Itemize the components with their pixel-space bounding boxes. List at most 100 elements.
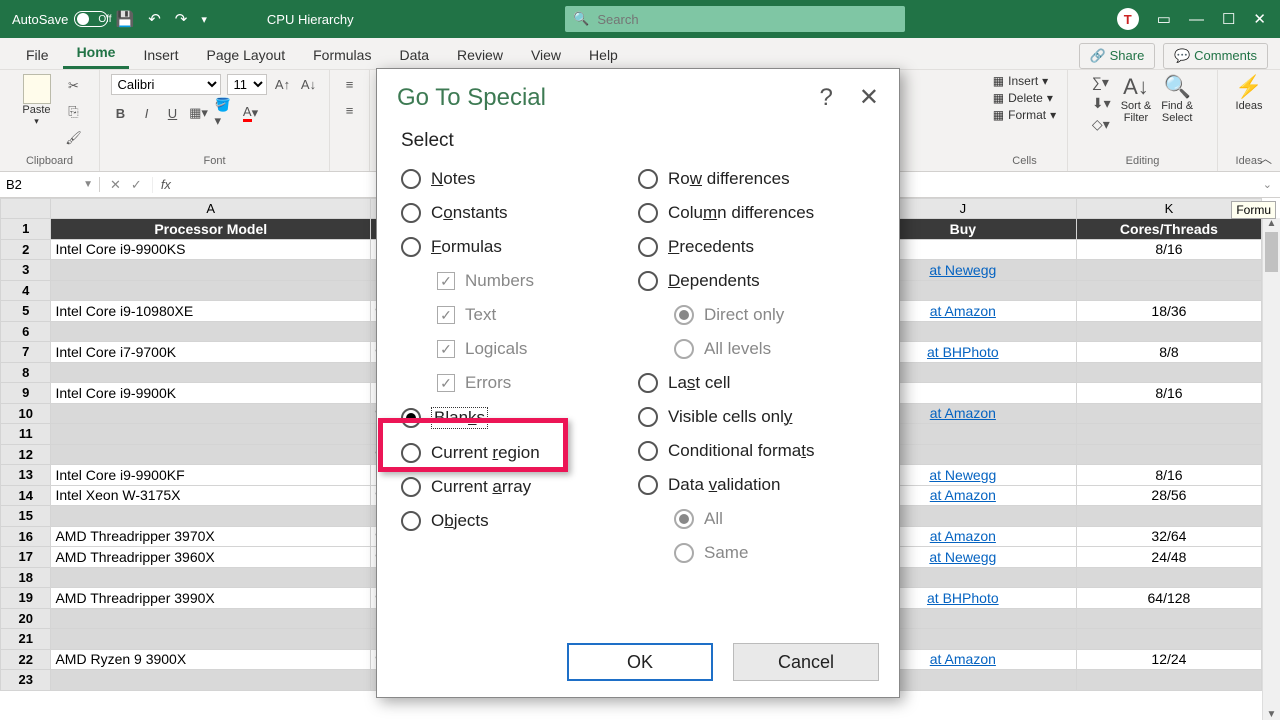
cell[interactable]: AMD Threadripper 3990X [51, 588, 371, 609]
cell[interactable]: Intel Xeon W-3175X [51, 485, 371, 506]
clear-icon[interactable]: ◇▾ [1092, 116, 1111, 133]
cell[interactable]: AMD Ryzen 9 3900X [51, 649, 371, 670]
row-header[interactable]: 2 [1, 239, 51, 260]
share-button[interactable]: 🔗 Share [1079, 43, 1156, 69]
option-notes[interactable]: Notes [401, 162, 638, 196]
option-dependents[interactable]: Dependents [638, 264, 875, 298]
cell[interactable] [1076, 444, 1261, 465]
row-header[interactable]: 4 [1, 280, 51, 301]
autosave-toggle[interactable]: AutoSave Off [12, 11, 98, 27]
dialog-help-icon[interactable]: ? [820, 84, 833, 112]
scroll-up-icon[interactable]: ▲ [1263, 218, 1280, 229]
align-top-icon[interactable]: ≡ [340, 74, 360, 94]
tab-pagelayout[interactable]: Page Layout [192, 41, 299, 69]
cell[interactable]: Intel Core i9-10980XE [51, 301, 371, 322]
increase-font-icon[interactable]: A↑ [273, 75, 293, 95]
cell[interactable] [51, 260, 371, 281]
cell[interactable] [1076, 506, 1261, 527]
option-current-array[interactable]: Current array [401, 470, 638, 504]
collapse-ribbon-icon[interactable]: ︿ [1259, 148, 1272, 167]
close-icon[interactable]: ✕ [1253, 10, 1266, 28]
scrollbar-thumb[interactable] [1265, 232, 1278, 272]
cell[interactable]: AMD Threadripper 3970X [51, 526, 371, 547]
tab-help[interactable]: Help [575, 41, 632, 69]
cells-format[interactable]: ▦Format ▾ [993, 108, 1056, 122]
comments-button[interactable]: 💬 Comments [1163, 43, 1268, 69]
cancel-button[interactable]: Cancel [733, 643, 879, 681]
search-box[interactable]: 🔍 [565, 6, 905, 32]
paste-button[interactable]: Paste ▾ [16, 74, 58, 127]
fx-icon[interactable]: fx [153, 177, 179, 192]
dialog-close-icon[interactable]: ✕ [859, 83, 879, 112]
redo-icon[interactable]: ↷ [175, 10, 188, 28]
row-header[interactable]: 15 [1, 506, 51, 527]
option-blanks[interactable]: Blanks [401, 400, 638, 436]
bold-icon[interactable]: B [111, 103, 131, 123]
tab-view[interactable]: View [517, 41, 575, 69]
cell[interactable] [51, 280, 371, 301]
avatar[interactable]: T [1117, 8, 1139, 30]
cell[interactable] [1076, 608, 1261, 629]
row-header[interactable]: 11 [1, 424, 51, 445]
option-formulas[interactable]: Formulas [401, 230, 638, 264]
option-precedents[interactable]: Precedents [638, 230, 875, 264]
cell[interactable] [51, 506, 371, 527]
undo-icon[interactable]: ↶ [148, 10, 161, 28]
row-header[interactable]: 10 [1, 403, 51, 424]
cell[interactable] [1076, 567, 1261, 588]
find-select-button[interactable]: 🔍 Find &Select [1161, 74, 1193, 133]
row-header[interactable]: 12 [1, 444, 51, 465]
scroll-down-icon[interactable]: ▼ [1263, 709, 1280, 720]
cell[interactable]: Intel Core i7-9700K [51, 342, 371, 363]
row-header[interactable]: 3 [1, 260, 51, 281]
search-input[interactable] [597, 12, 897, 27]
cell[interactable] [1076, 260, 1261, 281]
row-header[interactable]: 1 [1, 219, 51, 240]
row-header[interactable]: 23 [1, 670, 51, 691]
option-cond-formats[interactable]: Conditional formats [638, 434, 875, 468]
row-header[interactable]: 19 [1, 588, 51, 609]
cell[interactable] [1076, 280, 1261, 301]
option-last-cell[interactable]: Last cell [638, 366, 875, 400]
cell[interactable]: 32/64 [1076, 526, 1261, 547]
save-icon[interactable]: 💾 [116, 10, 135, 28]
cell[interactable]: AMD Threadripper 3960X [51, 547, 371, 568]
option-objects[interactable]: Objects [401, 504, 638, 538]
decrease-font-icon[interactable]: A↓ [299, 75, 319, 95]
row-header[interactable]: 16 [1, 526, 51, 547]
cell[interactable]: Intel Core i9-9900KS [51, 239, 371, 260]
cell[interactable] [1076, 629, 1261, 650]
option-current-region[interactable]: Current region [401, 436, 638, 470]
cancel-formula-icon[interactable]: ✕ [110, 177, 121, 193]
qat-more-icon[interactable]: ▾ [201, 13, 207, 26]
tab-review[interactable]: Review [443, 41, 517, 69]
maximize-icon[interactable]: ☐ [1222, 10, 1235, 28]
tab-home[interactable]: Home [63, 38, 130, 69]
font-size-select[interactable]: 11 [227, 74, 267, 95]
fill-icon[interactable]: ⬇▾ [1092, 95, 1111, 112]
minimize-icon[interactable]: — [1189, 11, 1204, 28]
ok-button[interactable]: OK [567, 643, 713, 681]
vertical-scrollbar[interactable]: ▲ ▼ [1262, 218, 1280, 720]
select-all-corner[interactable] [1, 199, 51, 219]
row-header[interactable]: 13 [1, 465, 51, 486]
cut-icon[interactable]: ✂ [64, 76, 84, 96]
cell[interactable] [51, 403, 371, 424]
border-icon[interactable]: ▦▾ [189, 103, 209, 123]
cell[interactable]: 18/36 [1076, 301, 1261, 322]
cell[interactable] [1076, 403, 1261, 424]
copy-icon[interactable]: ⎘ [64, 102, 84, 122]
cell[interactable] [1076, 424, 1261, 445]
ideas-button[interactable]: ⚡ Ideas [1235, 74, 1262, 112]
cell[interactable] [51, 670, 371, 691]
cell[interactable] [1076, 670, 1261, 691]
cell[interactable] [1076, 362, 1261, 383]
cell[interactable]: 24/48 [1076, 547, 1261, 568]
row-header[interactable]: 22 [1, 649, 51, 670]
cell[interactable]: 64/128 [1076, 588, 1261, 609]
header-cell[interactable]: Processor Model [51, 219, 371, 240]
cell[interactable] [51, 321, 371, 342]
name-box[interactable]: B2 ▼ [0, 177, 100, 192]
underline-icon[interactable]: U [163, 103, 183, 123]
cell[interactable] [51, 567, 371, 588]
